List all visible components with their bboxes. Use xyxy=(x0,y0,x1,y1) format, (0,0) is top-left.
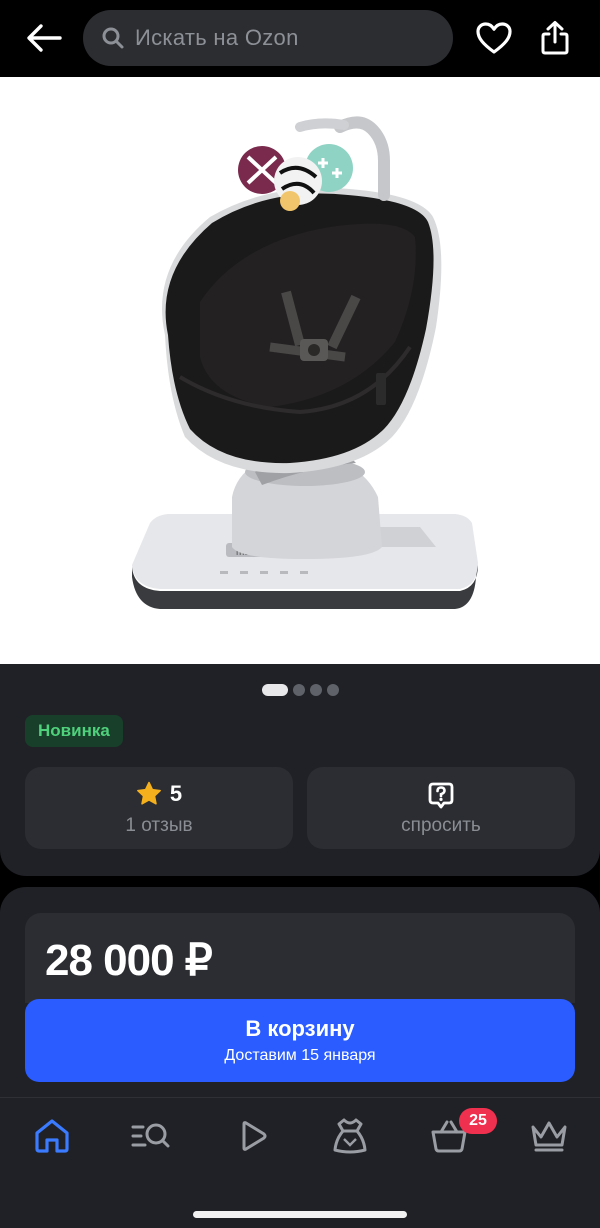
home-icon xyxy=(35,1119,69,1153)
rating-value: 5 xyxy=(169,781,183,806)
product-image: mamo xyxy=(132,116,478,609)
nav-home[interactable] xyxy=(24,1114,80,1158)
delivery-date: Доставим 15 января xyxy=(224,1047,376,1064)
search-placeholder: Искать на Ozon xyxy=(135,25,299,50)
nav-catalog[interactable] xyxy=(122,1114,178,1158)
product-image-gallery[interactable]: mamo xyxy=(0,77,600,664)
ask-label: спросить xyxy=(401,815,481,836)
product-price: 28 000 ₽ xyxy=(45,936,213,985)
heart-icon xyxy=(476,22,512,54)
search-icon xyxy=(102,27,124,49)
ask-question-button[interactable]: спросить xyxy=(307,767,575,849)
nav-fashion[interactable] xyxy=(322,1114,378,1158)
top-bar: Искать на Ozon xyxy=(0,0,600,77)
search-input[interactable]: Искать на Ozon xyxy=(83,10,453,66)
share-button[interactable] xyxy=(533,16,577,60)
dress-icon xyxy=(333,1118,367,1154)
question-bubble-icon xyxy=(428,782,454,809)
catalog-search-icon xyxy=(131,1123,170,1148)
gallery-pagination[interactable] xyxy=(0,684,600,696)
add-to-cart-label: В корзину xyxy=(245,1016,355,1041)
pagination-dot[interactable] xyxy=(309,684,322,696)
pagination-dot[interactable] xyxy=(261,684,288,696)
cart-count-badge: 25 xyxy=(459,1108,497,1134)
favorite-button[interactable] xyxy=(472,18,516,58)
home-indicator xyxy=(193,1211,407,1218)
nav-video[interactable] xyxy=(224,1114,280,1158)
back-arrow-icon xyxy=(27,24,62,52)
pagination-dot[interactable] xyxy=(326,684,339,696)
share-icon xyxy=(541,21,569,55)
price-card: 28 000 ₽ В корзину Доставим 15 января xyxy=(0,887,600,1097)
bottom-nav: 25 xyxy=(0,1097,600,1228)
pagination-dot[interactable] xyxy=(292,684,305,696)
price-box: 28 000 ₽ xyxy=(25,913,575,1003)
new-badge: Новинка xyxy=(25,715,123,747)
crown-icon xyxy=(531,1121,567,1152)
reviews-count: 1 отзыв xyxy=(125,815,193,836)
star-icon xyxy=(136,781,161,805)
product-info-card: Новинка 5 1 отзыв спросить xyxy=(0,664,600,876)
play-icon xyxy=(242,1121,267,1151)
back-button[interactable] xyxy=(22,18,66,58)
rating-button[interactable]: 5 1 отзыв xyxy=(25,767,293,849)
add-to-cart-button[interactable]: В корзину Доставим 15 января xyxy=(25,999,575,1082)
nav-premium[interactable] xyxy=(521,1114,577,1158)
